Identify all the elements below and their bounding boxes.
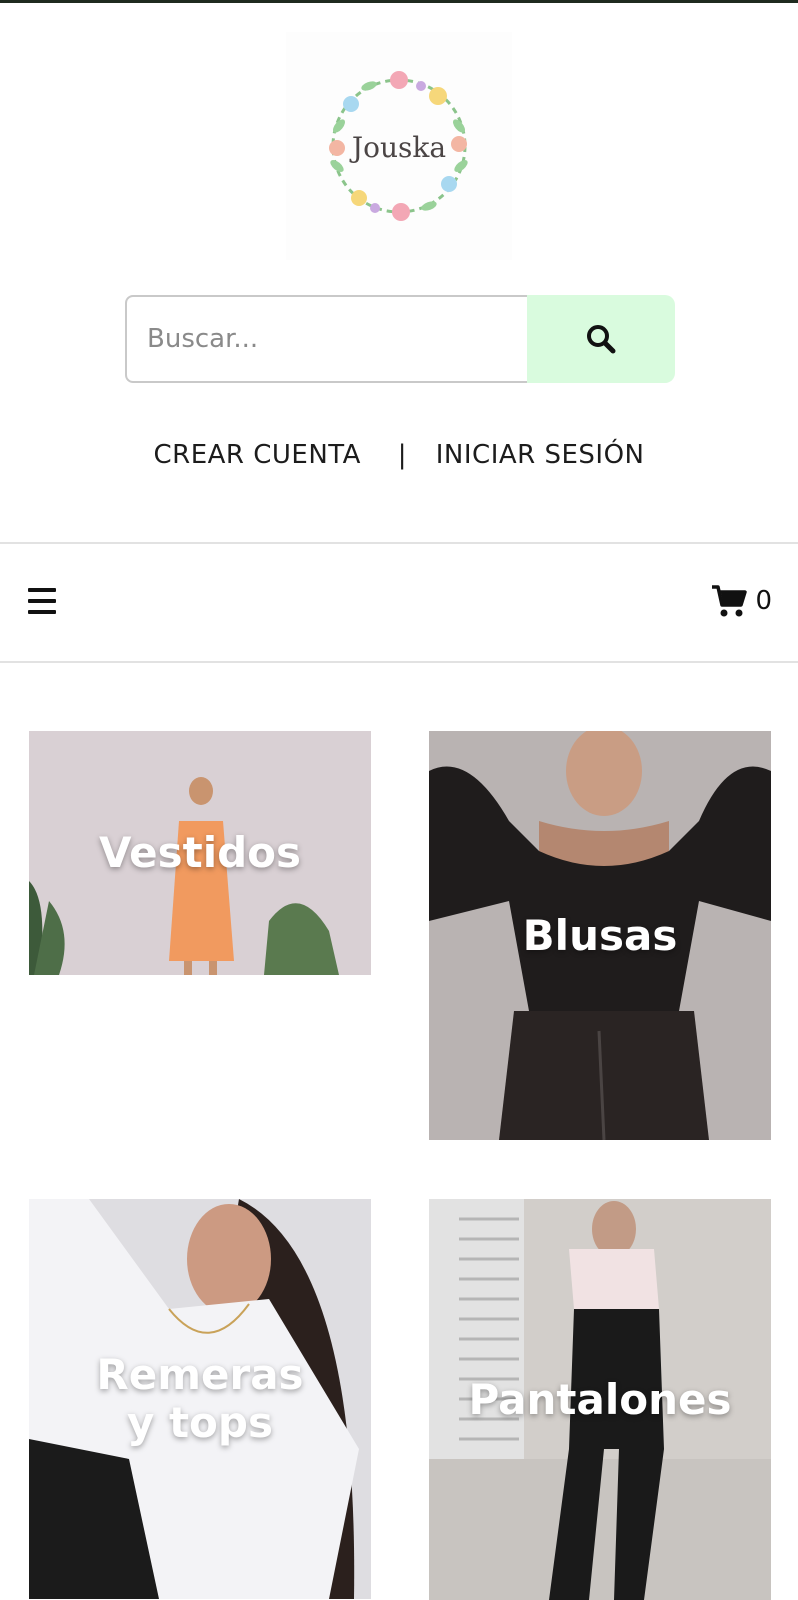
search-button[interactable] (527, 295, 675, 383)
search-bar (125, 295, 675, 383)
category-label: Blusas (522, 910, 678, 960)
category-tile-pantalones[interactable]: Pantalones (429, 1199, 771, 1600)
category-label: Remeras y tops (96, 1350, 304, 1447)
cart-count: 0 (755, 586, 772, 616)
category-tile-blusas[interactable]: Blusas (429, 731, 771, 1140)
category-label: Pantalones (468, 1374, 732, 1424)
cart-button[interactable]: 0 (711, 584, 772, 618)
floral-wreath-logo: Jouska (329, 71, 468, 221)
account-links: CREAR CUENTA | INICIAR SESIÓN (0, 440, 798, 470)
account-separator: | (397, 440, 407, 470)
create-account-link[interactable]: CREAR CUENTA (153, 440, 360, 470)
top-border (0, 0, 798, 3)
hamburger-icon[interactable] (28, 588, 58, 616)
category-label: Vestidos (98, 828, 302, 877)
svg-text:Jouska: Jouska (349, 131, 446, 164)
search-icon (587, 325, 616, 354)
category-tile-vestidos[interactable]: Vestidos (29, 731, 371, 975)
category-tile-remeras-y-tops[interactable]: Remeras y tops (29, 1199, 371, 1599)
login-link[interactable]: INICIAR SESIÓN (436, 440, 645, 470)
cart-icon (712, 585, 748, 617)
store-logo[interactable]: Jouska (286, 32, 512, 260)
search-input[interactable] (125, 295, 527, 383)
nav-bar: 0 (0, 542, 798, 663)
